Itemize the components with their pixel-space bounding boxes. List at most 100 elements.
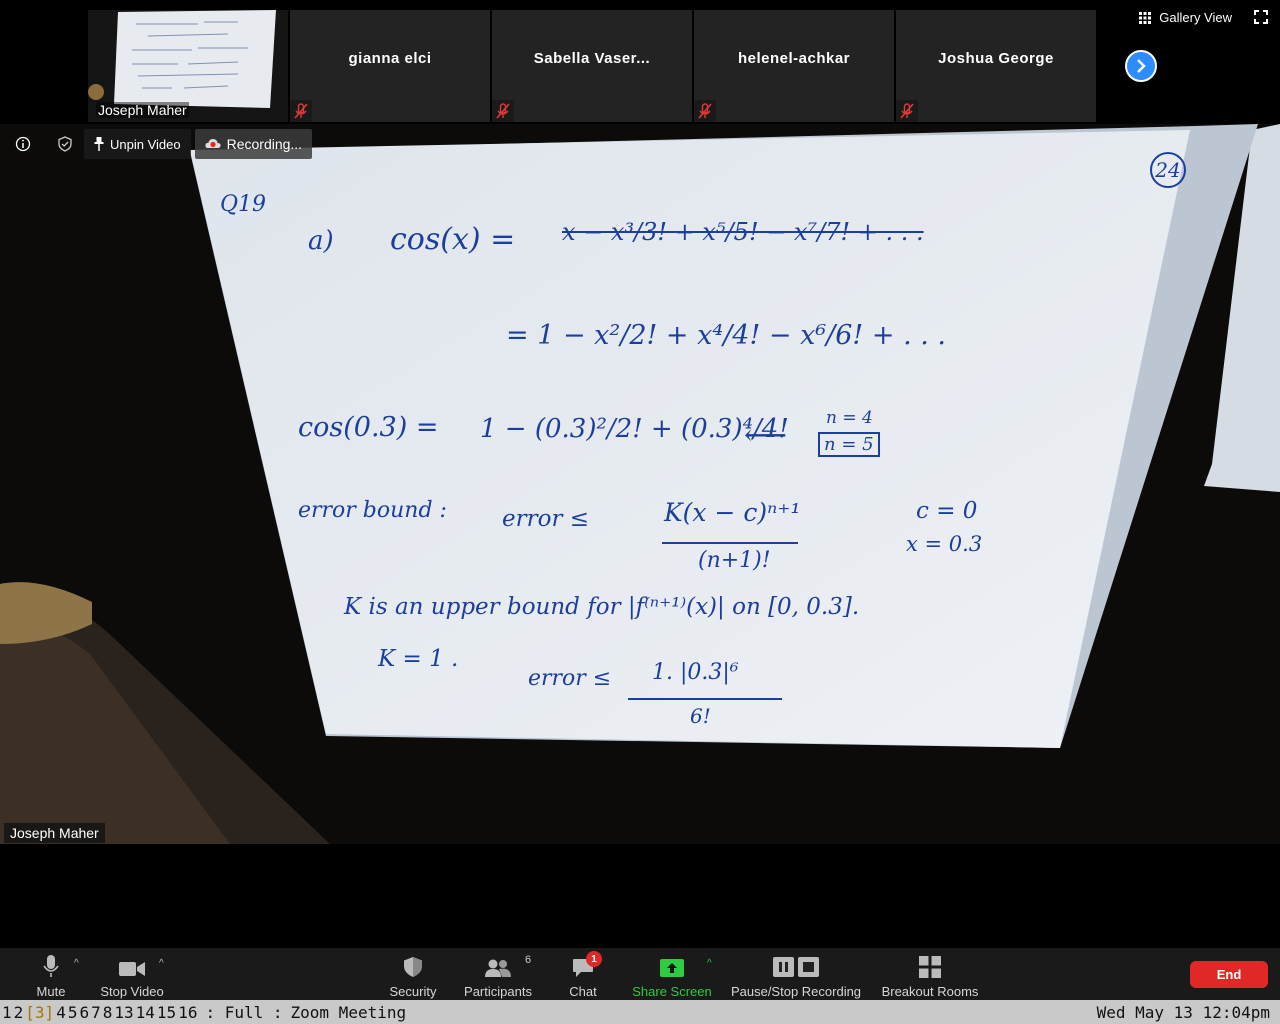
- active-speaker-name: Joseph Maher: [4, 823, 105, 843]
- fullscreen-icon: [1254, 10, 1268, 24]
- workspace-14[interactable]: 14: [136, 1003, 155, 1022]
- main-video: 24 Q19 a) cos(x) = x − x³/3! + x⁵/5! − x…: [0, 124, 1280, 844]
- unpin-video-button[interactable]: Unpin Video: [84, 129, 191, 159]
- breakout-rooms-icon: [919, 956, 941, 978]
- participant-tile[interactable]: Joshua George: [896, 10, 1096, 122]
- workspace-4[interactable]: 4: [56, 1003, 66, 1022]
- cloud-recording-icon: [205, 139, 221, 148]
- share-screen-button[interactable]: Share Screen: [630, 952, 714, 999]
- unpin-video-label: Unpin Video: [110, 136, 181, 152]
- chat-unread-badge: 1: [586, 951, 602, 967]
- error-bound-label: error bound :: [298, 498, 447, 523]
- participant-name: gianna elci: [348, 49, 432, 67]
- frac2-bar: [628, 698, 782, 700]
- frac1-numerator: K(x − c)ⁿ⁺¹: [664, 498, 801, 527]
- frac2-denominator: 6!: [690, 704, 711, 728]
- participant-name: Joshua George: [938, 49, 1054, 67]
- workspace-6[interactable]: 6: [79, 1003, 89, 1022]
- gallery-view-button[interactable]: Gallery View: [1139, 10, 1232, 25]
- pause-stop-recording-button[interactable]: Pause/Stop Recording: [730, 952, 862, 999]
- stop-video-button[interactable]: Stop Video: [98, 952, 166, 999]
- mute-button[interactable]: Mute: [34, 952, 68, 999]
- part-label: a): [308, 226, 334, 256]
- thumbnail-tile-joseph[interactable]: Joseph Maher: [88, 10, 288, 122]
- arrow-left-icon: ⟵: [744, 418, 788, 453]
- pause-stop-recording-label: Pause/Stop Recording: [730, 984, 862, 999]
- pin-icon: [94, 137, 104, 151]
- audio-options-caret-icon[interactable]: ^: [74, 958, 79, 969]
- stop-video-label: Stop Video: [100, 984, 164, 999]
- workspace-2[interactable]: 2: [14, 1003, 24, 1022]
- grid-icon: [1139, 11, 1152, 24]
- participant-name: Sabella Vaser...: [533, 49, 651, 67]
- mic-muted-icon: [492, 100, 514, 122]
- encryption-shield-icon[interactable]: [50, 129, 80, 159]
- page-number: 24: [1150, 152, 1186, 188]
- video-options-caret-icon[interactable]: ^: [159, 958, 164, 969]
- info-icon[interactable]: [8, 129, 38, 159]
- mic-muted-icon: [896, 100, 918, 122]
- participant-tile[interactable]: Sabella Vaser...: [492, 10, 692, 122]
- thumbnail-name: Joseph Maher: [96, 102, 189, 118]
- workspace-16[interactable]: 16: [178, 1003, 197, 1022]
- mic-muted-icon: [290, 100, 312, 122]
- microphone-icon: [43, 955, 59, 977]
- breakout-rooms-button[interactable]: Breakout Rooms: [880, 952, 980, 999]
- cos03-text: cos(0.3) =: [298, 412, 439, 443]
- layout-indicator: : Full :: [205, 1002, 283, 1022]
- c-equals-text: c = 0: [916, 498, 978, 524]
- k-bound-text: K is an upper bound for |f⁽ⁿ⁺¹⁾(x)| on […: [344, 594, 860, 620]
- frac1-bar: [662, 542, 798, 544]
- chevron-right-icon: [1137, 59, 1146, 73]
- security-label: Security: [389, 984, 437, 999]
- workspace-7[interactable]: 7: [91, 1003, 101, 1022]
- workspace-13[interactable]: 13: [114, 1003, 133, 1022]
- video-camera-icon: [119, 962, 145, 976]
- gallery-strip: Joseph Maher gianna elci Sabella Vaser..…: [0, 0, 1280, 124]
- n4-text: n = 4: [826, 408, 873, 428]
- next-page-button[interactable]: [1125, 50, 1157, 82]
- error-text-1: error ≤: [502, 506, 590, 532]
- workspace-5[interactable]: 5: [68, 1003, 78, 1022]
- workspace-1[interactable]: 1: [2, 1003, 12, 1022]
- share-screen-label: Share Screen: [632, 984, 712, 999]
- error-text-2: error ≤: [528, 666, 612, 691]
- meeting-toolbar: Mute ^ Stop Video ^ Security Participant…: [0, 948, 1280, 1000]
- security-button[interactable]: Security: [388, 952, 438, 999]
- clock: Wed May 13 12:04pm: [1096, 1002, 1270, 1022]
- series-text: = 1 − x²/2! + x⁴/4! − x⁶/6! + . . .: [506, 320, 946, 351]
- participants-icon: [485, 959, 511, 977]
- share-screen-icon: [660, 959, 684, 977]
- participant-tile[interactable]: helenel-achkar: [694, 10, 894, 122]
- participants-label: Participants: [464, 984, 532, 999]
- n5-text: n = 5: [818, 432, 880, 457]
- workspace-3-active[interactable]: [3]: [25, 1003, 54, 1022]
- security-shield-icon: [404, 957, 422, 977]
- participants-button[interactable]: Participants: [462, 952, 534, 999]
- workspace-8[interactable]: 8: [103, 1003, 113, 1022]
- k-equals-text: K = 1 .: [378, 646, 459, 672]
- pause-stop-icon: [773, 957, 819, 977]
- x-equals-text: x = 0.3: [906, 532, 983, 556]
- recording-indicator[interactable]: Recording...: [194, 129, 313, 159]
- video-hud: Unpin Video Recording...: [0, 128, 313, 160]
- participant-tile[interactable]: gianna elci: [290, 10, 490, 122]
- struck-series-text: x − x³/3! + x⁵/5! − x⁷/7! + . . .: [562, 218, 924, 246]
- cos-x-text: cos(x) =: [390, 222, 516, 257]
- fullscreen-button[interactable]: [1254, 10, 1268, 29]
- breakout-rooms-label: Breakout Rooms: [881, 984, 979, 999]
- participants-count: 6: [525, 954, 532, 966]
- frac2-numerator: 1. |0.3|⁶: [652, 660, 739, 685]
- end-meeting-button[interactable]: End: [1190, 961, 1268, 988]
- share-options-caret-icon[interactable]: ^: [707, 958, 712, 969]
- recording-label: Recording...: [226, 136, 303, 152]
- chat-label: Chat: [569, 984, 597, 999]
- participant-name: helenel-achkar: [737, 49, 851, 67]
- desktop-statusbar: 1 2 [3] 4 5 6 7 8 13 14 15 16 : Full : Z…: [0, 1000, 1280, 1024]
- whiteboard-ink: 24 Q19 a) cos(x) = x − x³/3! + x⁵/5! − x…: [0, 124, 1280, 844]
- question-label: Q19: [220, 192, 267, 217]
- mic-muted-icon: [694, 100, 716, 122]
- workspace-15[interactable]: 15: [157, 1003, 176, 1022]
- expansion-text: 1 − (0.3)²/2! + (0.3)⁴/4!: [480, 414, 789, 444]
- mute-label: Mute: [36, 984, 66, 999]
